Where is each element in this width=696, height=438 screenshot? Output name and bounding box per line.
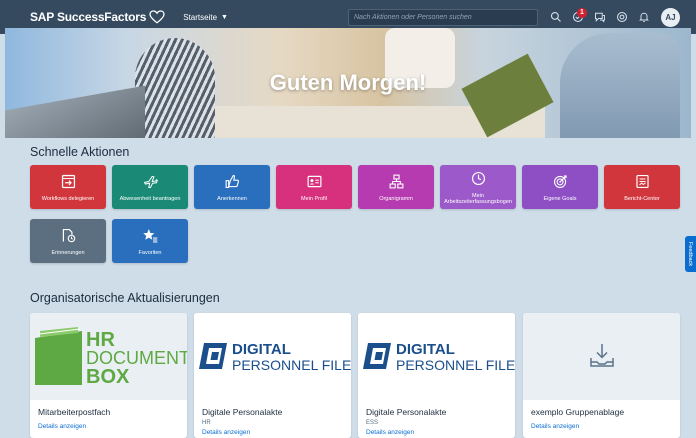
thumbs-up-icon xyxy=(225,174,239,188)
feedback-label: Feedback xyxy=(687,241,694,267)
hr-logo-line3: BOX xyxy=(86,366,130,388)
tile-mein-profil[interactable]: Mein Profil xyxy=(276,165,352,209)
tile-abwesenheit-beantragen[interactable]: Abwesenheit beantragen xyxy=(112,165,188,209)
card-gruppenablage[interactable]: exemplo Gruppenablage Details anzeigen xyxy=(523,313,680,438)
card-subtitle: HR xyxy=(202,420,211,426)
dpf-logo-line1: DIGITAL xyxy=(232,341,291,358)
tile-label: Mein Profil xyxy=(301,195,327,202)
brand-name: SAP SuccessFactors xyxy=(30,10,147,24)
feedback-side-tab[interactable]: Feedback xyxy=(685,236,696,272)
help-button[interactable] xyxy=(611,6,633,28)
brand-logo[interactable]: SAP SuccessFactors xyxy=(30,10,165,24)
card-title: Mitarbeiterpostfach xyxy=(38,407,111,417)
hr-logo-line1: HR xyxy=(86,329,115,351)
org-updates-title: Organisatorische Aktualisierungen xyxy=(30,291,220,305)
tile-label: Eigene Goals xyxy=(543,195,577,202)
tile-label: Favoriten xyxy=(138,249,162,256)
digital-personnel-file-logo-mark xyxy=(363,343,391,369)
search-icon xyxy=(550,11,561,22)
bell-icon xyxy=(639,12,649,22)
reminder-icon xyxy=(62,228,75,242)
approvals-button[interactable]: 1 xyxy=(567,6,589,28)
card-image: HR DOCUMENT BOX xyxy=(30,313,187,400)
tile-eigene-goals[interactable]: Eigene Goals xyxy=(522,165,598,209)
chat-button[interactable] xyxy=(589,6,611,28)
tile-label: Organigramm xyxy=(379,195,413,202)
card-title: exemplo Gruppenablage xyxy=(531,407,625,417)
greeting-title: Guten Morgen! xyxy=(269,70,427,95)
search-input[interactable]: Nach Aktionen oder Personen suchen xyxy=(348,9,538,26)
report-icon xyxy=(635,174,649,188)
favorites-icon xyxy=(142,228,157,242)
card-mitarbeiterpostfach[interactable]: HR DOCUMENT BOX Mitarbeiterpostfach Deta… xyxy=(30,313,187,438)
card-details-link[interactable]: Details anzeigen xyxy=(531,423,672,430)
search-button[interactable] xyxy=(545,6,567,28)
profile-card-icon xyxy=(307,175,321,187)
chevron-down-icon: ▼ xyxy=(221,13,228,21)
help-lifebuoy-icon xyxy=(616,11,628,23)
card-image: DIGITAL PERSONNEL FILE xyxy=(194,313,351,400)
tile-label: Abwesenheit beantragen xyxy=(119,195,181,202)
dpf-logo-line1: DIGITAL xyxy=(396,341,455,358)
airplane-icon xyxy=(143,175,158,188)
home-nav-menu[interactable]: Startseite ▼ xyxy=(183,13,228,22)
org-chart-icon xyxy=(389,174,403,188)
quick-actions-title: Schnelle Aktionen xyxy=(30,145,130,159)
card-details-link[interactable]: Details anzeigen xyxy=(38,423,179,430)
home-nav-label: Startseite xyxy=(183,12,218,22)
tile-label: Erinnerungen xyxy=(51,249,85,256)
tile-arbeitszeiterfassungsbogen[interactable]: Mein Arbeitszeiterfassungsbogen xyxy=(440,165,516,209)
tile-anerkennen[interactable]: Anerkennen xyxy=(194,165,270,209)
dpf-logo-line2: PERSONNEL FILE xyxy=(232,357,351,373)
card-image xyxy=(523,313,680,400)
target-icon xyxy=(553,174,567,188)
tile-organigramm[interactable]: Organigramm xyxy=(358,165,434,209)
tile-favoriten[interactable]: Favoriten xyxy=(112,219,188,263)
card-digitale-personalakte-ess[interactable]: DIGITAL PERSONNEL FILE Digitale Personal… xyxy=(358,313,515,438)
card-image: DIGITAL PERSONNEL FILE xyxy=(358,313,515,400)
tile-bericht-center[interactable]: Bericht-Center xyxy=(604,165,680,209)
tile-label: Anerkennen xyxy=(217,195,247,202)
chat-icon xyxy=(595,12,605,23)
notification-badge: 1 xyxy=(577,8,587,18)
tile-label: Workflows delegieren xyxy=(41,195,95,202)
card-details-link[interactable]: Details anzeigen xyxy=(202,429,343,436)
dpf-logo-line2: PERSONNEL FILE xyxy=(396,357,515,373)
tile-workflows-delegieren[interactable]: Workflows delegieren xyxy=(30,165,106,209)
card-subtitle: ESS xyxy=(366,420,379,426)
user-avatar[interactable]: AJ xyxy=(661,8,680,27)
digital-personnel-file-logo-mark xyxy=(199,343,227,369)
tile-label: Bericht-Center xyxy=(624,195,660,202)
heart-icon xyxy=(149,10,165,24)
tile-erinnerungen[interactable]: Erinnerungen xyxy=(30,219,106,263)
card-digitale-personalakte-hr[interactable]: DIGITAL PERSONNEL FILE Digitale Personal… xyxy=(194,313,351,438)
clock-icon xyxy=(471,171,485,185)
card-title: Digitale Personalakte xyxy=(366,407,447,417)
tile-label: Mein Arbeitszeiterfassungsbogen xyxy=(444,192,512,205)
card-title: Digitale Personalakte xyxy=(202,407,283,417)
inbox-download-icon xyxy=(590,344,614,367)
notifications-button[interactable] xyxy=(633,6,655,28)
card-details-link[interactable]: Details anzeigen xyxy=(366,429,507,436)
delegate-icon xyxy=(61,174,75,188)
hero-banner: Guten Morgen! xyxy=(5,28,691,138)
